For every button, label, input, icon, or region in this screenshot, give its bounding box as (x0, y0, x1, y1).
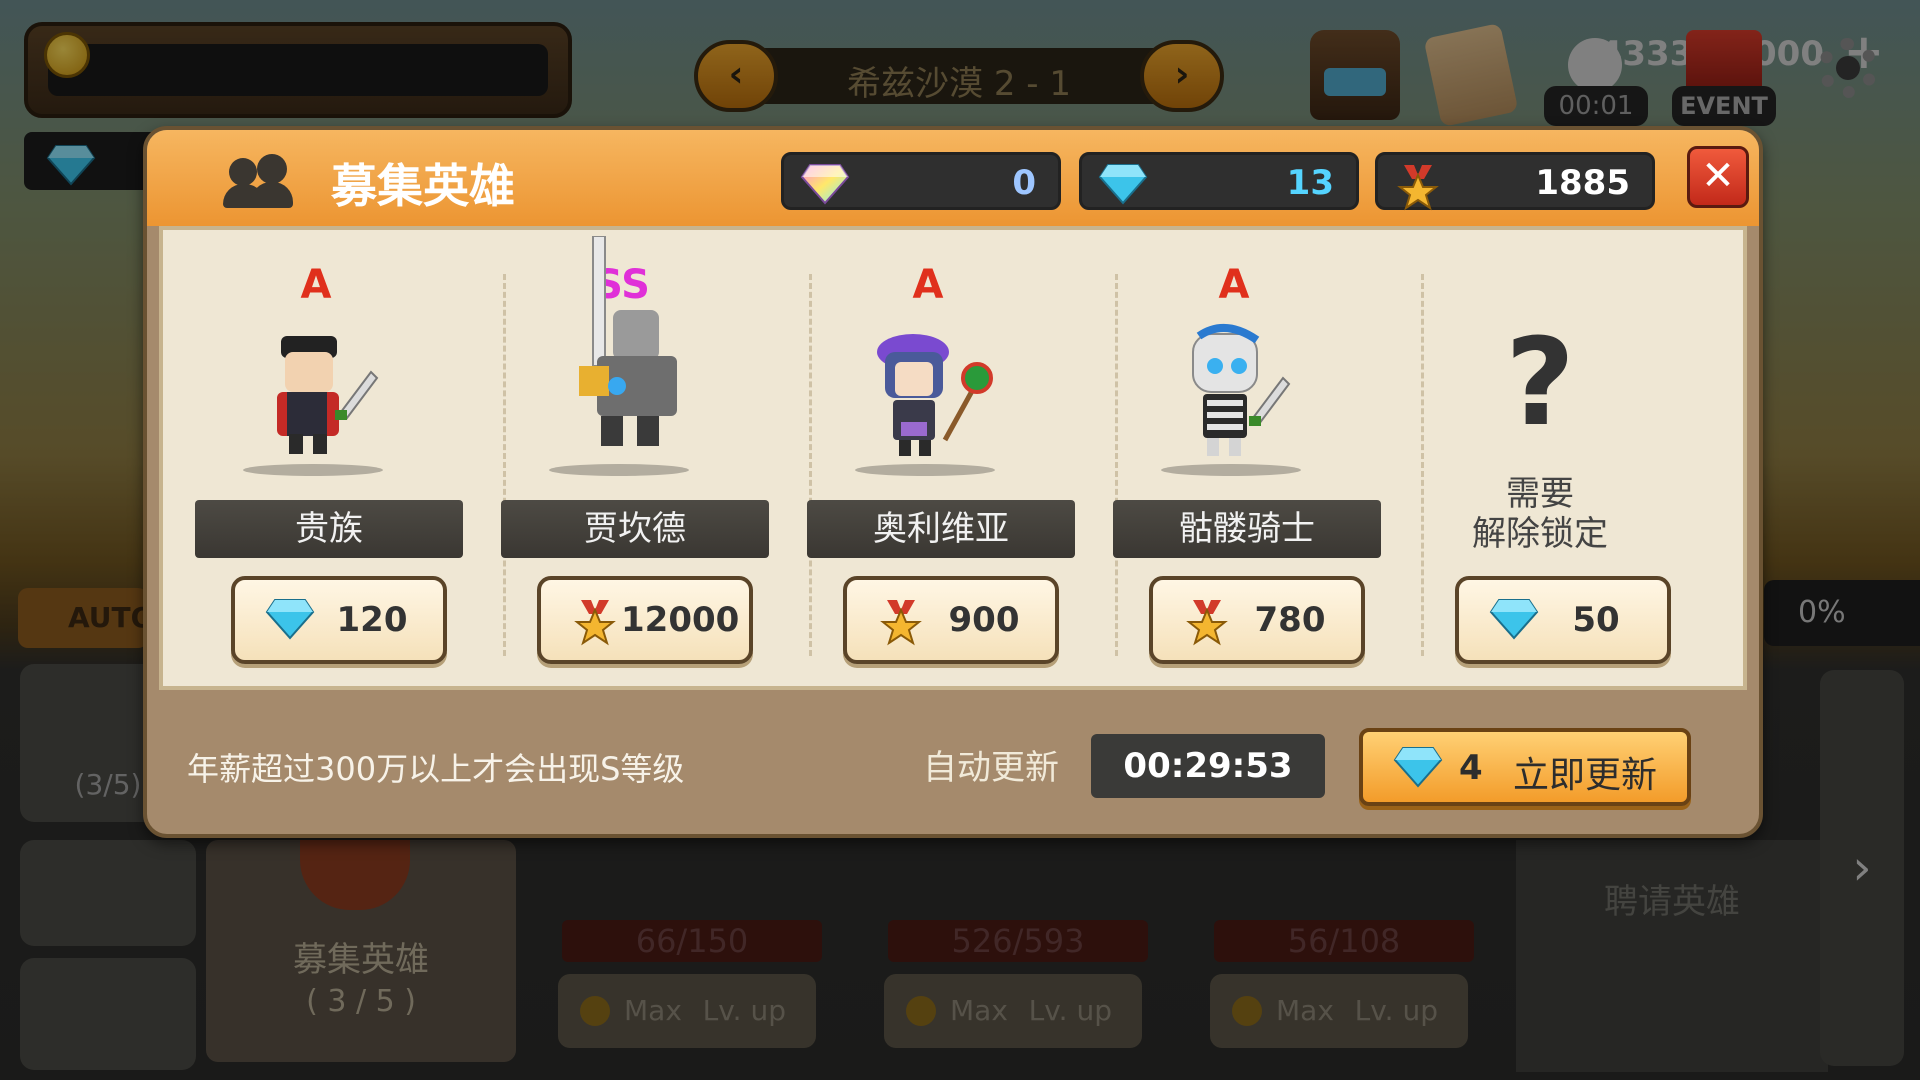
recruit-buy-button[interactable]: 780 (1149, 576, 1365, 664)
hero-offer: SS 贾坎德 12000 (469, 230, 775, 686)
grade-label: A (912, 262, 944, 308)
price: 12000 (621, 600, 740, 640)
recruit-buy-button[interactable]: 900 (843, 576, 1059, 664)
refresh-now-button[interactable]: 4 立即更新 (1359, 728, 1691, 806)
hero-offer: A 奥利维亚 900 (775, 230, 1081, 686)
hero-offer-list: A 贵族 120 SS 贾坎德 12000 A 奥利维亚 900 A 骷髅骑士 … (159, 226, 1747, 690)
gem-counter: 13 (1079, 152, 1359, 210)
recruit-buy-button[interactable]: 120 (231, 576, 447, 664)
gem-amount: 13 (1286, 163, 1334, 203)
noble-hero-sprite (277, 336, 379, 454)
users-icon (223, 154, 293, 210)
gem-icon (1393, 747, 1443, 788)
hero-offer: A 骷髅骑士 780 (1081, 230, 1387, 686)
recruit-hero-dialog: 募集英雄 0 13 1885 ✕ A 贵族 120 SS 贾坎德 12000 A… (143, 126, 1763, 838)
medal-star-icon (1397, 165, 1439, 211)
price: 900 (948, 600, 1020, 640)
locked-hero-slot: ? 需要 解除锁定 50 (1387, 230, 1693, 686)
medal-star-icon (574, 600, 616, 646)
auto-refresh-timer: 00:29:53 (1091, 734, 1325, 798)
hero-name: 贾坎德 (501, 500, 769, 558)
close-button[interactable]: ✕ (1687, 146, 1749, 208)
dialog-header: 募集英雄 0 13 1885 ✕ (147, 130, 1759, 226)
crystal-counter: 0 (781, 152, 1061, 210)
hero-name: 骷髅骑士 (1113, 500, 1381, 558)
mage-hero-sprite (877, 334, 993, 456)
hero-name: 奥利维亚 (807, 500, 1075, 558)
refresh-cost: 4 (1459, 748, 1483, 788)
medal-star-icon (880, 600, 922, 646)
auto-refresh-label: 自动更新 (923, 748, 1059, 788)
grade-label: A (300, 262, 332, 308)
armored-knight-sprite (579, 236, 677, 446)
gem-icon (1098, 164, 1148, 205)
medal-amount: 1885 (1535, 163, 1630, 203)
gem-icon (1489, 599, 1539, 640)
hero-offer: A 贵族 120 (163, 230, 469, 686)
refresh-label: 立即更新 (1513, 755, 1658, 796)
medal-counter: 1885 (1375, 152, 1655, 211)
crystal-icon (800, 164, 850, 205)
skeleton-knight-sprite (1192, 323, 1291, 456)
crystal-amount: 0 (1012, 163, 1036, 203)
dialog-title: 募集英雄 (331, 159, 515, 213)
unlock-required-text: 需要 解除锁定 (1472, 474, 1608, 554)
hero-name: 贵族 (195, 500, 463, 558)
recruit-buy-button[interactable]: 12000 (537, 576, 753, 664)
price: 50 (1572, 600, 1620, 640)
price: 780 (1254, 600, 1326, 640)
medal-star-icon (1186, 600, 1228, 646)
grade-note: 年薪超过300万以上才会出现S等级 (187, 750, 685, 788)
unlock-slot-button[interactable]: 50 (1455, 576, 1671, 664)
question-mark-icon: ? (1505, 314, 1575, 453)
grade-label: A (1218, 262, 1250, 308)
price: 120 (336, 600, 408, 640)
gem-icon (265, 599, 315, 640)
